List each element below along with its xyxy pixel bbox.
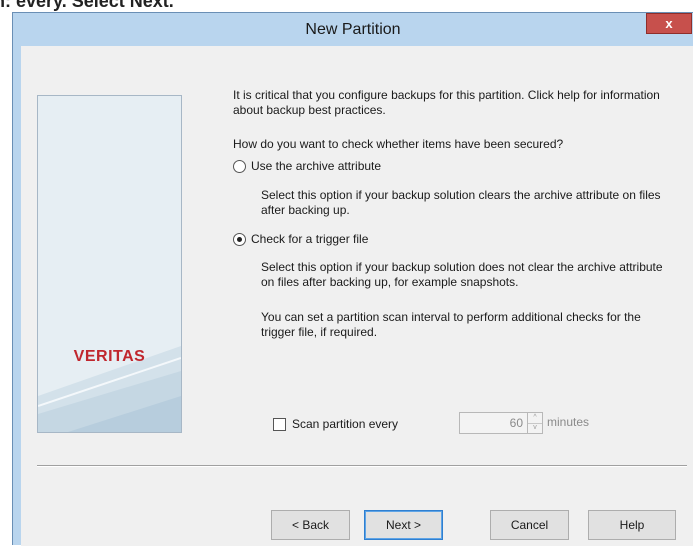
archive-attribute-description: Select this option if your backup soluti… (261, 188, 661, 217)
window-title: New Partition (305, 21, 401, 38)
trigger-file-option[interactable]: Check for a trigger file (233, 232, 368, 247)
background-document-text: n: every. Select Next. (0, 0, 693, 12)
intro-text: It is critical that you configure backup… (233, 88, 660, 117)
trigger-file-description: Select this option if your backup soluti… (261, 260, 663, 289)
scan-partition-option[interactable]: Scan partition every (273, 417, 398, 432)
close-icon: x (665, 16, 673, 31)
next-button[interactable]: Next > (364, 510, 443, 540)
question-text: How do you want to check whether items h… (233, 137, 564, 151)
title-bar[interactable]: New Partition x (13, 13, 693, 46)
scan-interval-input[interactable]: 60 (459, 412, 528, 434)
cancel-button[interactable]: Cancel (490, 510, 569, 540)
trigger-file-label: Check for a trigger file (251, 232, 369, 246)
button-divider (37, 465, 687, 467)
background-instruction-text: n: every. Select Next. (0, 0, 174, 11)
archive-attribute-option[interactable]: Use the archive attribute (233, 159, 381, 174)
minutes-label: minutes (547, 415, 590, 429)
scan-partition-checkbox[interactable] (273, 418, 286, 431)
scan-partition-label: Scan partition every (292, 417, 399, 431)
new-partition-dialog: New Partition x VERITAS It is critical t… (12, 12, 693, 546)
veritas-logo: VERITAS (73, 348, 146, 365)
trigger-file-radio[interactable] (233, 233, 246, 246)
help-button[interactable]: Help (588, 510, 676, 540)
back-button[interactable]: < Back (271, 510, 350, 540)
spin-down-icon[interactable]: v (528, 423, 542, 433)
dialog-client-area: VERITAS It is critical that you configur… (21, 46, 693, 546)
archive-attribute-radio[interactable] (233, 160, 246, 173)
banner-graphic (38, 346, 181, 432)
close-button[interactable]: x (646, 13, 692, 34)
spin-buttons[interactable]: ^ v (528, 412, 543, 434)
archive-attribute-label: Use the archive attribute (251, 159, 382, 173)
scan-interval-note: You can set a partition scan interval to… (261, 310, 641, 339)
veritas-banner: VERITAS (37, 95, 182, 433)
